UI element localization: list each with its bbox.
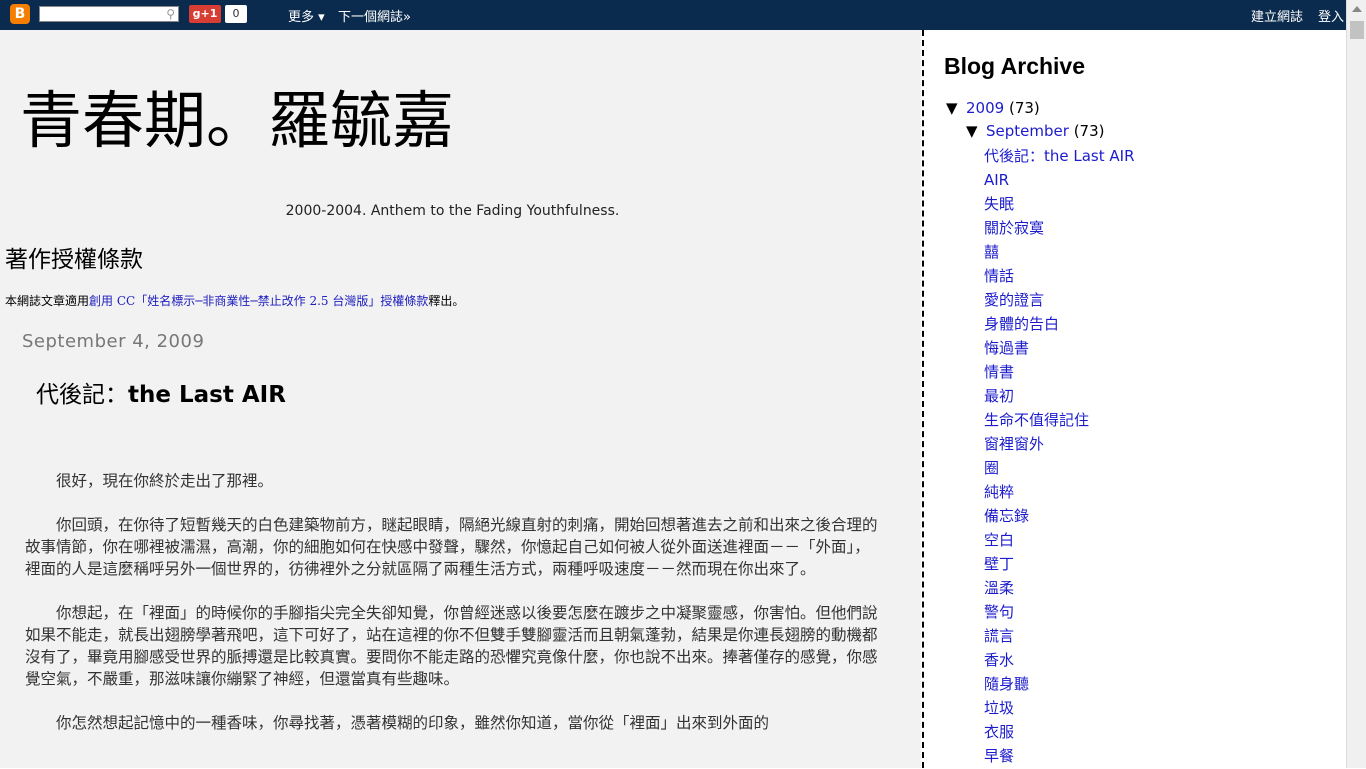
archive-post-link[interactable]: 空白 xyxy=(984,529,1135,553)
archive-post-link[interactable]: 香水 xyxy=(984,649,1135,673)
scrollbar-thumb[interactable] xyxy=(1350,21,1364,39)
archive-post-link[interactable]: 最初 xyxy=(984,385,1135,409)
post-title-main: the Last AIR xyxy=(128,382,286,408)
search-icon[interactable]: ⚲ xyxy=(166,7,175,21)
blogger-logo-icon[interactable]: B xyxy=(10,4,30,24)
blog-title[interactable]: 青春期。羅毓嘉 xyxy=(20,70,454,160)
post-title[interactable]: 代後記：the Last AIR xyxy=(36,375,286,409)
post-paragraph: 很好，現在你終於走出了那裡。 xyxy=(56,472,274,490)
archive-post-link[interactable]: 圈 xyxy=(984,457,1135,481)
archive-month-link[interactable]: September xyxy=(986,122,1069,140)
license-heading: 著作授權條款 xyxy=(5,247,143,273)
blogger-navbar: B ⚲ g+1 0 更多 ▾ 下一個網誌» 建立網誌 登入 xyxy=(0,0,1366,30)
archive-post-link[interactable]: 衣服 xyxy=(984,721,1135,745)
archive-post-link[interactable]: 悔過書 xyxy=(984,337,1135,361)
archive-post-link[interactable]: 謊言 xyxy=(984,625,1135,649)
more-menu[interactable]: 更多 ▾ xyxy=(288,6,325,25)
archive-post-link[interactable]: 生命不值得記住 xyxy=(984,409,1135,433)
license-link[interactable]: 創用 CC「姓名標示─非商業性─禁止改作 2.5 台灣版」授權條款 xyxy=(89,294,428,308)
archive-post-link[interactable]: 身體的告白 xyxy=(984,313,1135,337)
archive-post-link[interactable]: 壁丁 xyxy=(984,553,1135,577)
license-text-before: 本網誌文章適用 xyxy=(5,294,90,308)
blog-description: 2000-2004. Anthem to the Fading Youthful… xyxy=(285,203,620,219)
archive-post-link[interactable]: 窗裡窗外 xyxy=(984,433,1135,457)
post-paragraph: 你想起，在「裡面」的時候你的手腳指尖完全失卻知覺，你曾經迷惑以後要怎麼在踱步之中… xyxy=(25,604,878,688)
scroll-up-arrow-icon[interactable] xyxy=(1352,6,1362,12)
main-column: 青春期。羅毓嘉 2000-2004. Anthem to the Fading … xyxy=(0,30,921,768)
collapse-toggle-icon[interactable]: ▼ xyxy=(946,99,966,117)
search-input[interactable]: ⚲ xyxy=(39,6,179,22)
archive-post-link[interactable]: 隨身聽 xyxy=(984,673,1135,697)
column-divider xyxy=(922,30,924,768)
login-link[interactable]: 登入 xyxy=(1318,6,1344,25)
archive-post-link[interactable]: 代後記：the Last AIR xyxy=(984,145,1135,169)
post-paragraph: 你回頭，在你待了短暫幾天的白色建築物前方，瞇起眼睛，隔絕光線直射的刺痛，開始回想… xyxy=(25,516,878,578)
post-date: September 4, 2009 xyxy=(22,331,205,352)
archive-post-link[interactable]: 垃圾 xyxy=(984,697,1135,721)
archive-month-count: (73) xyxy=(1073,122,1105,140)
archive-year-link[interactable]: 2009 xyxy=(966,99,1004,117)
vertical-scrollbar[interactable] xyxy=(1346,0,1366,768)
archive-year-count: (73) xyxy=(1008,99,1040,117)
archive-post-link[interactable]: 關於寂寞 xyxy=(984,217,1135,241)
archive-post-link[interactable]: 備忘錄 xyxy=(984,505,1135,529)
archive-post-link[interactable]: 失眠 xyxy=(984,193,1135,217)
next-blog-link[interactable]: 下一個網誌» xyxy=(338,6,411,25)
google-plus-one-button[interactable]: g+1 xyxy=(189,5,221,23)
archive-post-link[interactable]: 囍 xyxy=(984,241,1135,265)
post-title-prefix: 代後記： xyxy=(36,382,128,408)
archive-post-list: 代後記：the Last AIR AIR 失眠 關於寂寞 囍 情話 愛的證言 身… xyxy=(984,145,1135,769)
create-blog-link[interactable]: 建立網誌 xyxy=(1251,6,1303,25)
archive-post-link[interactable]: 情書 xyxy=(984,361,1135,385)
archive-year-item: ▼ 2009 (73) xyxy=(946,99,1040,117)
archive-post-link[interactable]: AIR xyxy=(984,169,1135,193)
archive-post-link[interactable]: 溫柔 xyxy=(984,577,1135,601)
archive-post-link[interactable]: 純粹 xyxy=(984,481,1135,505)
license-text: 本網誌文章適用創用 CC「姓名標示─非商業性─禁止改作 2.5 台灣版」授權條款… xyxy=(5,292,464,309)
google-plus-count: 0 xyxy=(225,5,247,23)
archive-post-link[interactable]: 警句 xyxy=(984,601,1135,625)
post-paragraph: 你怎然想起記憶中的一種香味，你尋找著，憑著模糊的印象，雖然你知道，當你從「裡面」… xyxy=(56,714,770,732)
archive-heading: Blog Archive xyxy=(944,53,1086,79)
archive-month-item: ▼ September (73) xyxy=(966,122,1105,140)
collapse-toggle-icon[interactable]: ▼ xyxy=(966,122,986,140)
archive-post-link[interactable]: 早餐 xyxy=(984,745,1135,769)
archive-post-link[interactable]: 愛的證言 xyxy=(984,289,1135,313)
license-text-after: 釋出。 xyxy=(428,294,465,308)
post-body: 很好，現在你終於走出了那裡。 你回頭，在你待了短暫幾天的白色建築物前方，瞇起眼睛… xyxy=(25,470,885,756)
archive-post-link[interactable]: 情話 xyxy=(984,265,1135,289)
